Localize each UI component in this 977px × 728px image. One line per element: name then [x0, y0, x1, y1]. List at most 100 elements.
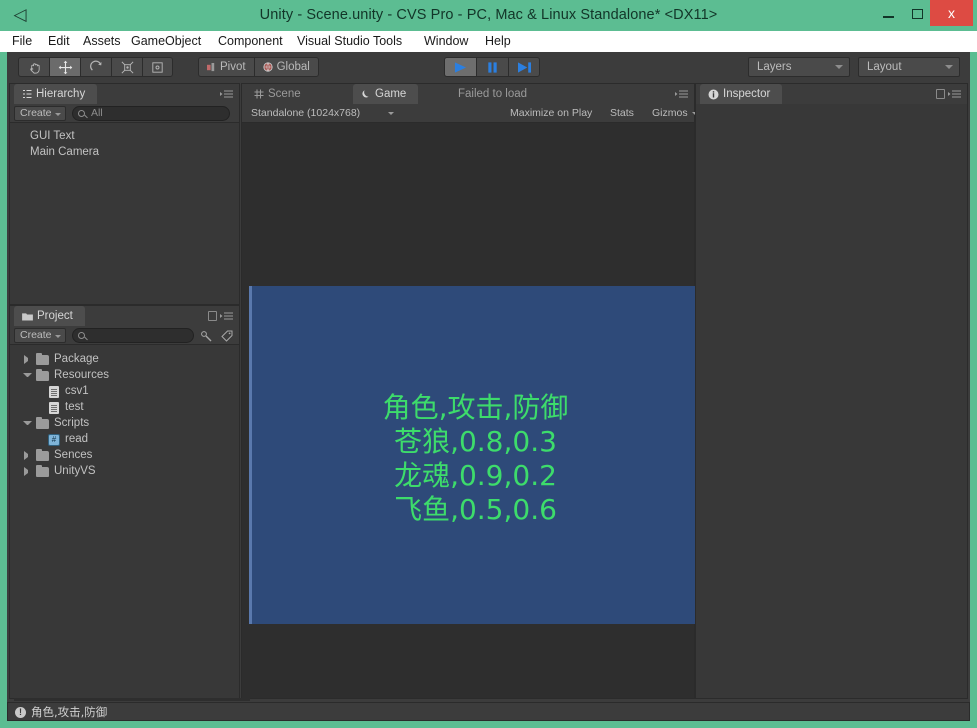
lock-icon[interactable]	[936, 89, 945, 99]
menu-window[interactable]: Window	[417, 31, 475, 52]
text-file-icon	[49, 402, 59, 414]
maximize-on-play-toggle[interactable]: Maximize on Play	[504, 106, 598, 121]
chevron-down-icon[interactable]	[23, 373, 32, 382]
folder-icon	[36, 355, 49, 365]
inspector-tabstrip: Inspector	[696, 84, 967, 104]
project-filter-label-button[interactable]	[221, 329, 234, 347]
game-text-line-3: 龙魂,0.9,0.2	[252, 459, 699, 493]
pause-button[interactable]	[476, 57, 508, 77]
editor-body: Pivot Global Layers	[7, 52, 970, 702]
menu-assets[interactable]: Assets	[76, 31, 128, 52]
layers-dropdown[interactable]: Layers	[748, 57, 850, 77]
rect-icon	[150, 60, 165, 75]
hierarchy-menu-button[interactable]	[220, 89, 234, 99]
scale-icon	[120, 60, 135, 75]
global-button[interactable]: Global	[254, 57, 319, 77]
project-filter-type-button[interactable]	[200, 329, 213, 347]
project-search-input[interactable]	[72, 328, 194, 343]
tab-game-label: Game	[375, 84, 406, 104]
project-create-button[interactable]: Create	[14, 328, 66, 343]
unity-editor-window: ◁ Unity - Scene.unity - CVS Pro - PC, Ma…	[0, 0, 977, 728]
project-subbar: Create	[10, 326, 239, 345]
play-button[interactable]	[444, 57, 476, 77]
close-button[interactable]: x	[930, 0, 973, 26]
hierarchy-item-main-camera[interactable]: Main Camera	[30, 144, 99, 161]
tab-hierarchy-label: Hierarchy	[36, 84, 85, 104]
hierarchy-item-gui-text[interactable]: GUI Text	[30, 128, 75, 145]
search-icon	[78, 332, 85, 339]
chevron-down-icon[interactable]	[23, 421, 32, 430]
chevron-right-icon[interactable]	[24, 451, 33, 460]
chevron-right-icon[interactable]	[24, 355, 33, 364]
menu-bar: File Edit Assets GameObject Component Vi…	[0, 31, 977, 52]
rect-tool-button[interactable]	[142, 57, 173, 77]
folder-icon	[36, 467, 49, 477]
tab-scene[interactable]: Scene	[246, 84, 313, 104]
rotate-tool-button[interactable]	[80, 57, 111, 77]
game-canvas[interactable]: 角色,攻击,防御 苍狼,0.8,0.3 龙魂,0.9,0.2 飞鱼,0.5,0.…	[242, 123, 694, 698]
project-menu-button[interactable]	[220, 311, 234, 321]
status-bar[interactable]: ! 角色,攻击,防御	[7, 702, 970, 721]
inspector-menu-button[interactable]	[948, 89, 962, 99]
layout-dropdown[interactable]: Layout	[858, 57, 960, 77]
progress-track	[14, 698, 250, 701]
tab-inspector[interactable]: Inspector	[700, 84, 782, 104]
menu-gameobject[interactable]: GameObject	[124, 31, 208, 52]
project-body: Create	[10, 326, 239, 698]
chevron-right-icon[interactable]	[24, 467, 33, 476]
hierarchy-search-input[interactable]: All	[72, 106, 230, 121]
move-tool-button[interactable]	[49, 57, 80, 77]
hamburger-icon	[220, 89, 234, 99]
lock-icon[interactable]	[208, 311, 217, 321]
game-icon	[361, 89, 371, 99]
chevron-down-icon	[55, 113, 61, 116]
tab-project[interactable]: Project	[14, 306, 85, 326]
tab-failed-to-load[interactable]: Failed to load	[450, 84, 539, 104]
global-label: Global	[277, 61, 310, 73]
chevron-down-icon	[945, 65, 953, 69]
pivot-group: Pivot Global	[198, 57, 319, 77]
tag-icon	[221, 330, 234, 342]
hamburger-icon	[675, 89, 689, 99]
inspector-panel: Inspector	[695, 83, 968, 699]
tab-game[interactable]: Game	[353, 84, 418, 104]
stats-toggle[interactable]: Stats	[604, 106, 640, 121]
globe-icon	[263, 62, 273, 72]
info-icon	[708, 89, 719, 100]
transform-tools-group	[18, 57, 173, 77]
csharp-script-icon: #	[48, 434, 60, 446]
project-item-label: Sences	[54, 447, 92, 464]
maximize-button[interactable]	[903, 0, 932, 26]
tab-project-label: Project	[37, 306, 73, 326]
project-create-label: Create	[20, 329, 52, 341]
menu-component[interactable]: Component	[211, 31, 290, 52]
tab-hierarchy[interactable]: Hierarchy	[14, 84, 97, 104]
hierarchy-panel: Hierarchy Create All	[9, 83, 240, 305]
menu-help[interactable]: Help	[478, 31, 518, 52]
menu-file[interactable]: File	[5, 31, 39, 52]
game-text-line-4: 飞鱼,0.5,0.6	[252, 493, 699, 527]
hierarchy-icon	[22, 89, 32, 99]
hand-tool-button[interactable]	[18, 57, 49, 77]
gizmos-toggle[interactable]: Gizmos	[646, 106, 694, 121]
hamburger-icon	[948, 89, 962, 99]
game-render-area[interactable]: 角色,攻击,防御 苍狼,0.8,0.3 龙魂,0.9,0.2 飞鱼,0.5,0.…	[249, 286, 699, 624]
folder-icon	[36, 419, 49, 429]
project-item-label: test	[65, 399, 84, 416]
step-button[interactable]	[508, 57, 540, 77]
game-menu-button[interactable]	[675, 89, 689, 99]
game-text-line-2: 苍狼,0.8,0.3	[252, 425, 699, 459]
project-panel: Project Create	[9, 305, 240, 699]
menu-edit[interactable]: Edit	[41, 31, 77, 52]
game-panel: Scene Game Failed to load Standalone (10…	[241, 83, 695, 699]
aspect-ratio-dropdown[interactable]: Standalone (1024x768)	[248, 106, 400, 121]
hierarchy-search-value: All	[91, 107, 103, 119]
scale-tool-button[interactable]	[111, 57, 142, 77]
pivot-button[interactable]: Pivot	[198, 57, 254, 77]
menu-visual-studio-tools[interactable]: Visual Studio Tools	[290, 31, 409, 52]
aspect-ratio-label: Standalone (1024x768)	[251, 107, 360, 119]
hierarchy-tabstrip: Hierarchy	[10, 84, 239, 104]
hierarchy-create-button[interactable]: Create	[14, 106, 66, 121]
minimize-button[interactable]	[874, 0, 903, 26]
pivot-label: Pivot	[220, 61, 246, 73]
